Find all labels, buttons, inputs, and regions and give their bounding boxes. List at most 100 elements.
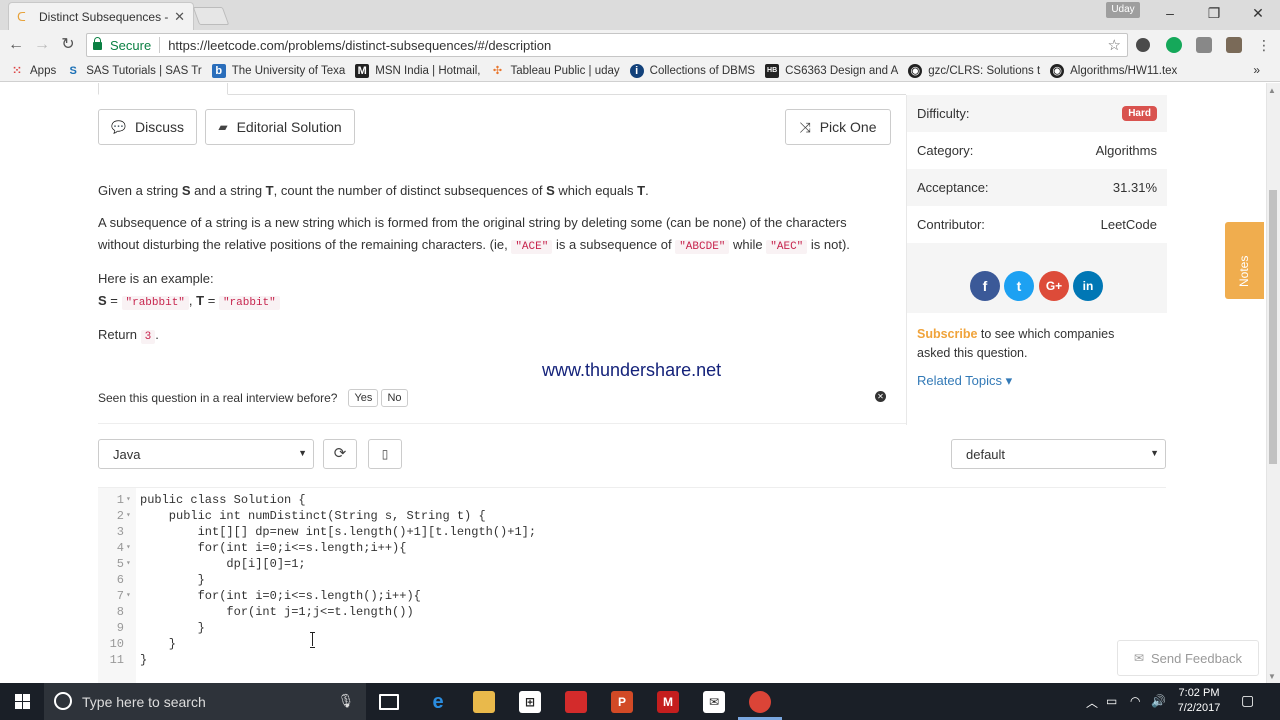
forward-icon[interactable]: → (31, 34, 53, 56)
wifi-icon[interactable]: ◠ (1130, 694, 1140, 708)
new-tab-button[interactable] (192, 7, 230, 25)
code-text[interactable]: } (140, 620, 205, 636)
twitter-icon[interactable]: t (1004, 271, 1034, 301)
powerpoint-icon[interactable]: P (611, 691, 633, 713)
back-icon[interactable]: ← (5, 34, 27, 56)
google-plus-icon[interactable]: G+ (1039, 271, 1069, 301)
tableau-icon: ✣ (492, 64, 503, 77)
code-text[interactable]: } (140, 652, 147, 668)
code-line[interactable]: 8 for(int j=1;j<=t.length()) (98, 604, 1166, 620)
volume-icon[interactable]: 🔊 (1151, 694, 1166, 708)
code-line[interactable]: 11} (98, 652, 1166, 668)
code-text[interactable]: public int numDistinct(String s, String … (140, 508, 486, 524)
grammarly-icon[interactable] (1166, 37, 1182, 53)
reload-icon[interactable]: ↻ (57, 34, 79, 56)
code-line[interactable]: 4 ▾ for(int i=0;i<=s.length;i++){ (98, 540, 1166, 556)
browser-tab[interactable]: ᑕ Distinct Subsequences - ✕ (8, 2, 194, 30)
send-feedback-button[interactable]: ✉ Send Feedback (1117, 640, 1259, 676)
network-adapter-icon[interactable]: ▭ (1106, 694, 1117, 708)
bookmark-item[interactable]: ◉ gzc/CLRS: Solutions t (908, 63, 1040, 78)
related-topics-link[interactable]: Related Topics ▾ (917, 373, 1012, 389)
notes-label: Notes (1237, 255, 1251, 287)
subscribe-link[interactable]: Subscribe (917, 327, 977, 341)
notifications-icon[interactable]: ▢ (1241, 692, 1254, 709)
url-text[interactable]: https://leetcode.com/problems/distinct-s… (168, 38, 551, 53)
fold-arrow-icon[interactable]: ▾ (126, 492, 131, 508)
code-editor[interactable]: 1 ▾ public class Solution {2 ▾ public int n… (98, 487, 1166, 683)
bookmark-item[interactable]: b The University of Texa (211, 63, 345, 78)
dismiss-icon[interactable]: ✕ (875, 391, 886, 402)
store-icon[interactable]: ⊞ (519, 691, 541, 713)
bookmark-item[interactable]: i Collections of DBMS (629, 63, 755, 78)
bookmarks-overflow-icon[interactable]: » (1253, 63, 1260, 77)
pick-one-button[interactable]: ⤨ Pick One (785, 109, 891, 145)
extension-icon-2[interactable] (1226, 37, 1242, 53)
code-line[interactable]: 9 } (98, 620, 1166, 636)
code-line[interactable]: 3 int[][] dp=new int[s.length()+1][t.len… (98, 524, 1166, 540)
code-line[interactable]: 1 ▾ public class Solution { (98, 492, 1166, 508)
code-line[interactable]: 10 } (98, 636, 1166, 652)
fold-arrow-icon[interactable]: ▾ (126, 556, 131, 572)
extension-icon[interactable] (1196, 37, 1212, 53)
system-clock[interactable]: 7:02 PM 7/2/2017 (1166, 686, 1232, 716)
bookmark-item[interactable]: S SAS Tutorials | SAS Tr (66, 64, 202, 78)
address-bar[interactable]: Secure https://leetcode.com/problems/dis… (86, 33, 1128, 57)
bookmark-item[interactable]: ✣ Tableau Public | uday (491, 64, 620, 78)
scroll-down-icon[interactable]: ▼ (1268, 672, 1276, 681)
extension-puzzle-icon[interactable] (1136, 38, 1150, 52)
contributor-value[interactable]: LeetCode (1101, 217, 1157, 232)
secure-indicator[interactable]: Secure (93, 37, 151, 53)
bookmark-item[interactable]: HB CS6363 Design and A (765, 63, 898, 78)
yes-button[interactable]: Yes (348, 389, 379, 407)
menu-dots-icon[interactable]: ⋮ (1253, 34, 1275, 56)
code-line[interactable]: 6 } (98, 572, 1166, 588)
app-icon-red[interactable] (565, 691, 587, 713)
bookmark-star-icon[interactable]: ☆ (1108, 36, 1121, 54)
task-view-icon[interactable] (379, 694, 399, 710)
code-text[interactable]: for(int j=1;j<=t.length()) (140, 604, 413, 620)
chrome-icon[interactable] (749, 691, 771, 713)
start-button[interactable] (0, 683, 44, 720)
code-text[interactable]: int[][] dp=new int[s.length()+1][t.lengt… (140, 524, 536, 540)
reset-code-button[interactable]: ⟳ (323, 439, 357, 469)
facebook-icon[interactable]: f (970, 271, 1000, 301)
code-text[interactable]: for(int i=0;i<=s.length();i++){ (140, 588, 421, 604)
mail-app-icon[interactable]: ✉ (703, 691, 725, 713)
code-text[interactable]: dp[i][0]=1; (140, 556, 305, 572)
file-explorer-icon[interactable] (473, 691, 495, 713)
bookmark-item[interactable]: ◉ Algorithms/HW11.tex (1050, 63, 1177, 78)
notes-tab[interactable]: Notes (1225, 222, 1264, 299)
close-window-icon[interactable]: ✕ (1236, 0, 1280, 26)
profile-button[interactable]: Uday (1106, 2, 1140, 18)
language-select[interactable]: Java ▼ (98, 439, 314, 469)
tray-expand-icon[interactable]: ︿ (1086, 694, 1098, 711)
taskbar-search[interactable]: Type here to search 🎙 (44, 683, 366, 720)
code-text[interactable]: public class Solution { (140, 492, 306, 508)
restore-icon[interactable]: ❐ (1192, 0, 1236, 26)
code-text[interactable]: } (140, 636, 176, 652)
theme-select[interactable]: default ▼ (951, 439, 1166, 469)
code-line[interactable]: 7 ▾ for(int i=0;i<=s.length();i++){ (98, 588, 1166, 604)
fold-arrow-icon[interactable]: ▾ (126, 588, 131, 604)
bookmark-item[interactable]: M MSN India | Hotmail, (355, 63, 481, 78)
fold-arrow-icon[interactable]: ▾ (126, 508, 131, 524)
scrollbar-thumb[interactable] (1269, 190, 1277, 464)
code-file-button[interactable]: ▯ (368, 439, 402, 469)
edge-icon[interactable]: e (427, 691, 449, 713)
code-text[interactable]: } (140, 572, 205, 588)
no-button[interactable]: No (381, 389, 408, 407)
mcafee-icon[interactable]: M (657, 691, 679, 713)
code-text[interactable]: for(int i=0;i<=s.length;i++){ (140, 540, 407, 556)
code-line[interactable]: 2 ▾ public int numDistinct(String s, Stri… (98, 508, 1166, 524)
fold-arrow-icon[interactable]: ▾ (126, 540, 131, 556)
minimize-icon[interactable]: – (1148, 0, 1192, 26)
scroll-up-icon[interactable]: ▲ (1268, 86, 1276, 95)
editorial-solution-button[interactable]: ▰ Editorial Solution (205, 109, 355, 145)
linkedin-icon[interactable]: in (1073, 271, 1103, 301)
microphone-icon[interactable]: 🎙 (337, 693, 354, 709)
code-line[interactable]: 5 ▾ dp[i][0]=1; (98, 556, 1166, 572)
close-tab-icon[interactable]: ✕ (174, 9, 185, 25)
tab-description[interactable] (98, 83, 228, 95)
bookmark-item[interactable]: ⁙ Apps (10, 64, 56, 78)
discuss-button[interactable]: 💬 Discuss (98, 109, 197, 145)
